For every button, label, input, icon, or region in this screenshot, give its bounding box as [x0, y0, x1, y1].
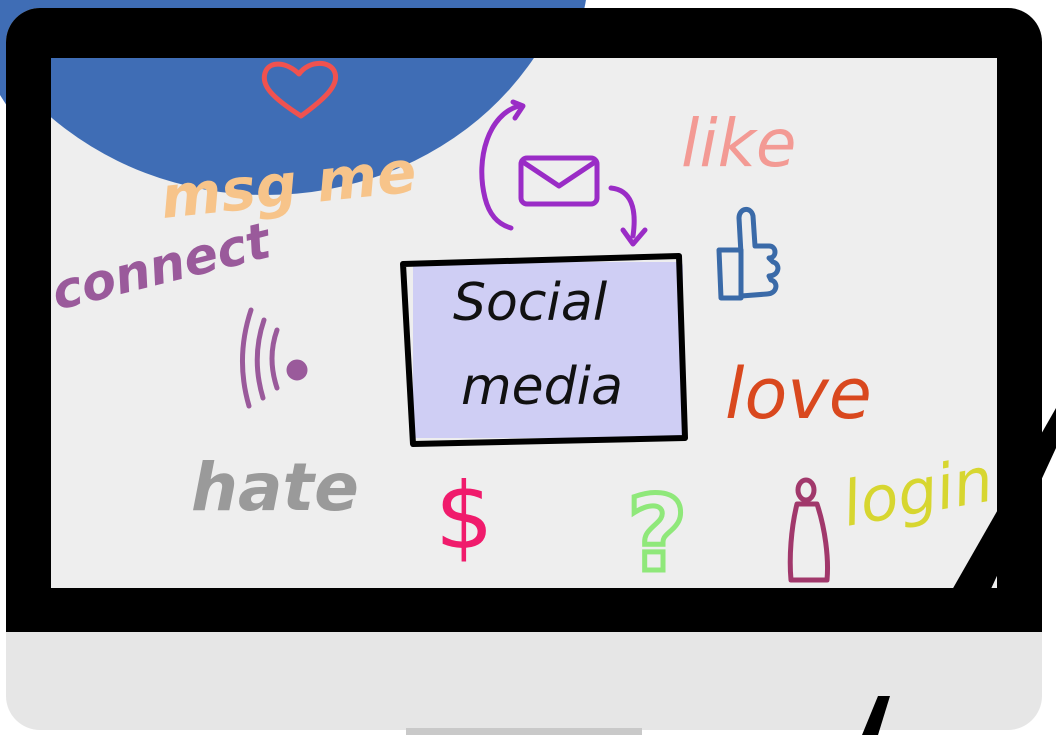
screen-illustration: msg me connect hate Social media like lo… [51, 58, 997, 588]
center-title-line2: media [461, 357, 623, 417]
thumbs-up-icon [716, 207, 781, 301]
question-mark: ? [627, 473, 687, 588]
login-text: login [837, 443, 997, 541]
monitor-screen: msg me connect hate Social media like lo… [51, 58, 997, 588]
like-text: like [681, 105, 797, 182]
desktop-monitor: msg me connect hate Social media like lo… [6, 8, 1042, 730]
envelope-icon [518, 155, 600, 207]
monitor-bezel: msg me connect hate Social media like lo… [6, 8, 1042, 632]
wifi-signal-icon [240, 307, 308, 409]
person-icon [787, 477, 830, 583]
monitor-stand-neck [406, 728, 642, 735]
love-text: love [725, 353, 872, 435]
refresh-arrows-icon [479, 99, 648, 247]
hate-text: hate [191, 449, 359, 526]
center-title-line1: Social [453, 273, 608, 333]
dollar-sign: $ [435, 463, 494, 570]
